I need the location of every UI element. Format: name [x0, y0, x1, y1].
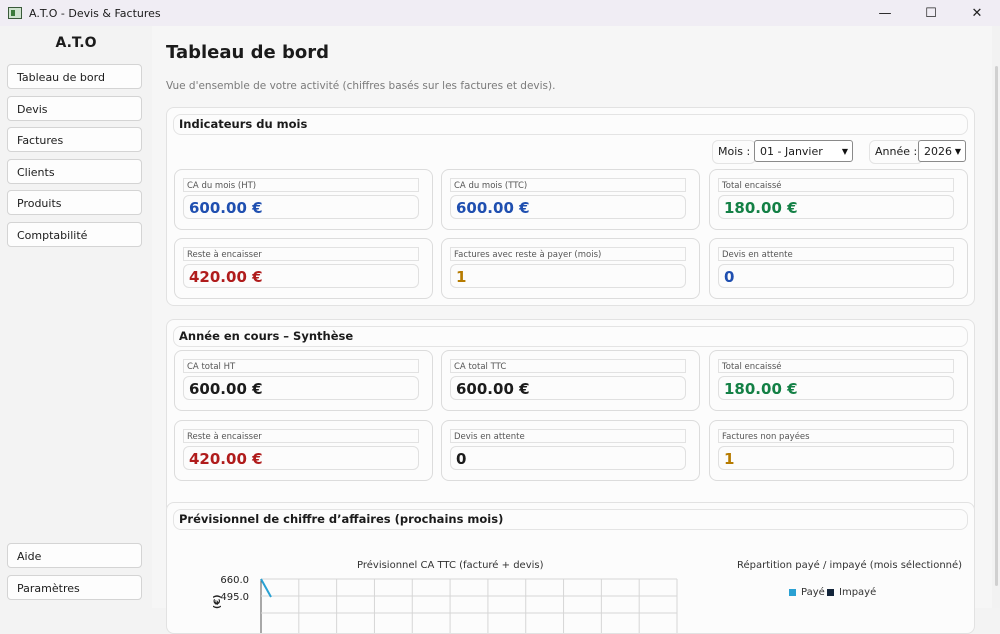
kpi-value: 600.00 € — [183, 376, 419, 400]
kpi-ca-mois-ht: CA du mois (HT) 600.00 € — [174, 169, 433, 230]
kpi-ca-total-ht: CA total HT 600.00 € — [174, 350, 433, 411]
kpi-value: 600.00 € — [450, 195, 686, 219]
legend-label: Impayé — [839, 587, 877, 598]
sidebar: A.T.O Tableau de bord Devis Factures Cli… — [0, 26, 152, 608]
minimize-icon[interactable]: — — [862, 0, 908, 26]
kpi-label: Devis en attente — [718, 247, 954, 261]
legend-label: Payé — [801, 587, 825, 598]
sidebar-item-parametres[interactable]: Paramètres — [7, 575, 142, 600]
monthly-section-title: Indicateurs du mois — [173, 114, 968, 135]
brand-title: A.T.O — [55, 35, 97, 51]
kpi-label: Total encaissé — [718, 359, 954, 373]
window-controls: — ☐ ✕ — [862, 0, 1000, 26]
kpi-label: Reste à encaisser — [183, 247, 419, 261]
year-select-value: 2026 — [924, 145, 952, 158]
sidebar-item-devis[interactable]: Devis — [7, 96, 142, 121]
kpi-devis-attente: Devis en attente 0 — [709, 238, 968, 299]
chevron-down-icon: ▼ — [954, 147, 961, 156]
kpi-label: CA du mois (TTC) — [450, 178, 686, 192]
sidebar-item-aide[interactable]: Aide — [7, 543, 142, 568]
kpi-label: Factures avec reste à payer (mois) — [450, 247, 686, 261]
kpi-label: CA total HT — [183, 359, 419, 373]
kpi-value: 180.00 € — [718, 195, 954, 219]
yearly-synthesis-card: Année en cours – Synthèse CA total HT 60… — [166, 319, 975, 514]
kpi-label: CA du mois (HT) — [183, 178, 419, 192]
kpi-ca-total-ttc: CA total TTC 600.00 € — [441, 350, 700, 411]
distribution-chart-title: Répartition payé / impayé (mois sélectio… — [737, 560, 963, 571]
kpi-value: 420.00 € — [183, 264, 419, 288]
forecast-chart-title: Prévisionnel CA TTC (facturé + devis) — [357, 560, 544, 571]
kpi-factures-reste: Factures avec reste à payer (mois) 1 — [441, 238, 700, 299]
main-content: Tableau de bord Vue d'ensemble de votre … — [152, 26, 992, 634]
legend-item-impaye: Impayé — [827, 587, 876, 598]
kpi-value: 1 — [450, 264, 686, 288]
sidebar-item-comptabilite[interactable]: Comptabilité — [7, 222, 142, 247]
sidebar-item-factures[interactable]: Factures — [7, 127, 142, 152]
title-bar: A.T.O - Devis & Factures — ☐ ✕ — [0, 0, 1000, 26]
kpi-total-encaisse-annee: Total encaissé 180.00 € — [709, 350, 968, 411]
kpi-label: Total encaissé — [718, 178, 954, 192]
kpi-devis-attente-annee: Devis en attente 0 — [441, 420, 700, 481]
forecast-card: Prévisionnel de chiffre d’affaires (proc… — [166, 502, 975, 634]
page-subtitle: Vue d'ensemble de votre activité (chiffr… — [166, 80, 556, 92]
kpi-value: 0 — [450, 446, 686, 470]
legend-swatch — [789, 589, 796, 596]
year-select[interactable]: 2026 ▼ — [918, 140, 966, 162]
forecast-line-chart: 660.0 495.0 (€) — [213, 575, 678, 633]
month-label: Mois : — [712, 140, 757, 164]
kpi-label: Devis en attente — [450, 429, 686, 443]
sidebar-item-produits[interactable]: Produits — [7, 190, 142, 215]
kpi-ca-mois-ttc: CA du mois (TTC) 600.00 € — [441, 169, 700, 230]
month-select[interactable]: 01 - Janvier ▼ — [754, 140, 853, 162]
kpi-reste-encaisser: Reste à encaisser 420.00 € — [174, 238, 433, 299]
chevron-down-icon: ▼ — [841, 147, 848, 156]
kpi-reste-encaisser-annee: Reste à encaisser 420.00 € — [174, 420, 433, 481]
kpi-label: CA total TTC — [450, 359, 686, 373]
year-label: Année : — [869, 140, 924, 164]
legend-swatch — [827, 589, 834, 596]
forecast-section-title: Prévisionnel de chiffre d’affaires (proc… — [173, 509, 968, 530]
maximize-icon[interactable]: ☐ — [908, 0, 954, 26]
forecast-series-line — [260, 578, 272, 598]
month-select-value: 01 - Janvier — [760, 145, 823, 158]
kpi-value: 180.00 € — [718, 376, 954, 400]
main-scrollbar[interactable] — [992, 26, 1000, 608]
app-icon — [8, 7, 22, 19]
monthly-indicators-card: Indicateurs du mois Mois : 01 - Janvier … — [166, 107, 975, 306]
chart-grid — [260, 578, 678, 633]
kpi-value: 0 — [718, 264, 954, 288]
legend-item-paye: Payé — [789, 587, 825, 598]
close-icon[interactable]: ✕ — [954, 0, 1000, 26]
kpi-label: Reste à encaisser — [183, 429, 419, 443]
y-axis-label: (€) — [213, 595, 223, 610]
sidebar-item-dashboard[interactable]: Tableau de bord — [7, 64, 142, 89]
kpi-value: 1 — [718, 446, 954, 470]
kpi-value: 600.00 € — [450, 376, 686, 400]
kpi-value: 600.00 € — [183, 195, 419, 219]
kpi-value: 420.00 € — [183, 446, 419, 470]
sidebar-item-clients[interactable]: Clients — [7, 159, 142, 184]
kpi-label: Factures non payées — [718, 429, 954, 443]
kpi-total-encaisse: Total encaissé 180.00 € — [709, 169, 968, 230]
y-tick-label: 495.0 — [220, 592, 249, 603]
page-title: Tableau de bord — [166, 42, 329, 63]
kpi-factures-non-payees: Factures non payées 1 — [709, 420, 968, 481]
y-tick-label: 660.0 — [220, 575, 249, 586]
yearly-section-title: Année en cours – Synthèse — [173, 326, 968, 347]
window-title: A.T.O - Devis & Factures — [29, 6, 161, 20]
scrollbar-thumb[interactable] — [995, 66, 998, 586]
